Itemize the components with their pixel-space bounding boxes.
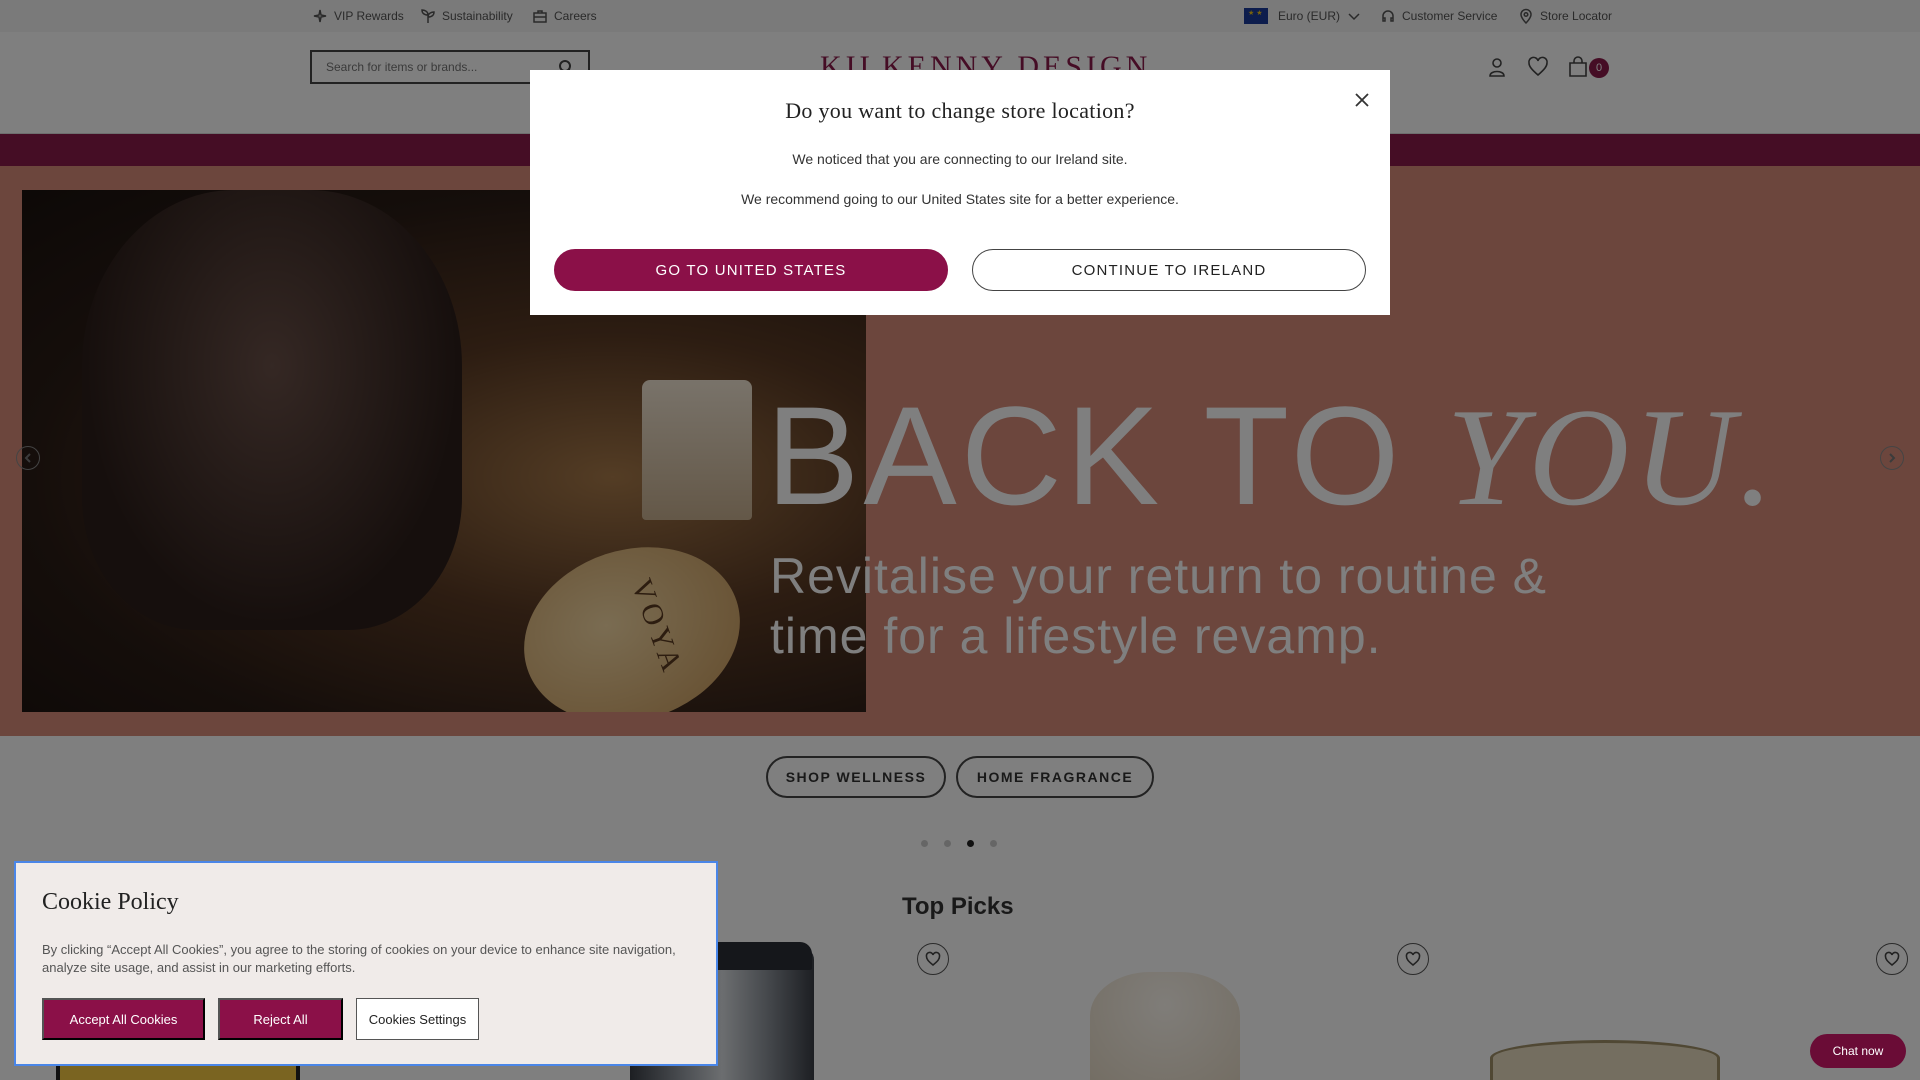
cookie-description: By clicking “Accept All Cookies”, you ag…	[42, 942, 676, 975]
cookie-banner: Cookie Policy By clicking “Accept All Co…	[14, 861, 718, 1066]
continue-to-ireland-button[interactable]: CONTINUE TO IRELAND	[972, 249, 1366, 291]
cookie-title: Cookie Policy	[42, 889, 179, 915]
reject-all-cookies-button[interactable]: Reject All	[218, 998, 343, 1040]
modal-title: Do you want to change store location?	[785, 98, 1135, 123]
cookies-settings-button[interactable]: Cookies Settings	[356, 998, 479, 1040]
accept-all-cookies-button[interactable]: Accept All Cookies	[42, 998, 205, 1040]
modal-notice-text: We noticed that you are connecting to ou…	[792, 151, 1128, 167]
store-location-modal: Do you want to change store location? We…	[530, 70, 1390, 315]
modal-recommendation-text: We recommend going to our United States …	[741, 191, 1179, 207]
go-to-united-states-button[interactable]: GO TO UNITED STATES	[554, 249, 948, 291]
close-icon	[1355, 93, 1369, 107]
modal-close-button[interactable]	[1350, 88, 1374, 112]
chat-now-button[interactable]: Chat now	[1810, 1034, 1906, 1068]
